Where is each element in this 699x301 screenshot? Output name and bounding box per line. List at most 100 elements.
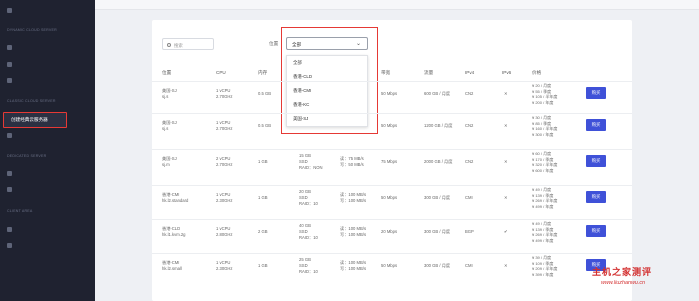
location-option[interactable]: 香港-CMI	[287, 85, 369, 97]
cell-location: 香港-CLD	[162, 226, 181, 231]
sidebar-section-dedicated: DEDICATED SERVER	[7, 154, 47, 158]
buy-button[interactable]: 购买	[586, 119, 606, 131]
package-icon	[7, 77, 12, 83]
wallet-icon	[7, 226, 12, 232]
server-icon	[7, 170, 12, 176]
cell-disk: SSD	[299, 263, 308, 268]
cell-ipv6: ✕	[504, 195, 508, 200]
cell-cpu: 2.30GHz	[216, 198, 233, 203]
sidebar-item-create-dynamic[interactable]	[7, 42, 12, 52]
column-header-ipv4: IPv4	[465, 70, 475, 75]
sidebar-item-my-dedicated[interactable]	[7, 184, 12, 194]
cell-cpu: 2.70GHz	[216, 94, 233, 99]
cell-ipv4: CMI	[465, 263, 473, 268]
sidebar-item-balance[interactable]	[7, 224, 12, 234]
cell-bandwidth: 50 Mbps	[381, 91, 398, 96]
cell-price: ¥ 200 / 年度	[532, 99, 554, 105]
cell-io: 读：100 MB/s	[340, 192, 367, 197]
cell-disk: SSD	[299, 229, 308, 234]
cell-ipv4: CMI	[465, 195, 473, 200]
cell-ipv4: CN2	[465, 123, 474, 128]
buy-button[interactable]: 购买	[586, 191, 606, 203]
dashboard-icon	[7, 7, 12, 13]
cell-disk: 25 GB	[299, 257, 311, 262]
location-option[interactable]: 全部	[287, 57, 369, 69]
cell-cpu: 2.30GHz	[216, 266, 233, 271]
cell-location: 美国-SJ	[162, 120, 177, 125]
row-divider	[152, 253, 632, 254]
cell-location: sj.m	[162, 162, 170, 167]
row-divider	[152, 219, 632, 220]
buy-button[interactable]: 购买	[586, 87, 606, 99]
cell-ipv4: CN2	[465, 159, 474, 164]
column-header-location: 位置	[162, 70, 172, 75]
cell-ipv6: ✕	[504, 263, 508, 268]
sidebar-item-traffic-pack[interactable]	[7, 75, 12, 85]
cell-cpu: 1 vCPU	[216, 88, 231, 93]
cell-cpu: 1 vCPU	[216, 120, 231, 125]
cell-disk: RAID：10	[299, 269, 318, 274]
row-divider	[152, 113, 632, 114]
cell-location: 美国-SJ	[162, 88, 177, 93]
cell-ipv4: BGP	[465, 229, 474, 234]
cell-io: 写：100 MB/s	[340, 198, 367, 203]
column-header-ipv6: IPv6	[502, 70, 512, 75]
sidebar: DYNAMIC CLOUD SERVER CLASSIC CLOUD SERVE…	[0, 0, 95, 301]
column-header-traffic: 流量	[424, 70, 434, 75]
column-header-memory: 内存	[258, 70, 268, 75]
cell-bandwidth: 50 Mbps	[381, 123, 398, 128]
column-header-cpu: CPU	[216, 70, 226, 75]
cell-io: 写：100 MB/s	[340, 232, 367, 237]
cell-ipv6: ✕	[504, 91, 508, 96]
cell-price: ¥ 499 / 年度	[532, 203, 554, 209]
cell-location: hk.l2.small	[162, 266, 182, 271]
row-divider	[152, 149, 632, 150]
cell-traffic: 2000 GB / 月度	[424, 159, 453, 164]
server-icon	[7, 186, 12, 192]
search-input[interactable]: 搜索	[162, 38, 214, 50]
cell-bandwidth: 50 Mbps	[381, 263, 398, 268]
cell-location: hk.l1.kvm.2g	[162, 232, 186, 237]
cell-io: 写：100 MB/s	[340, 266, 367, 271]
cell-cpu: 2.70GHz	[216, 162, 233, 167]
cell-memory: 2 GB	[258, 229, 268, 234]
cell-bandwidth: 50 Mbps	[381, 195, 398, 200]
cell-ipv6: ✔	[504, 229, 508, 234]
sidebar-item-dashboard[interactable]	[7, 5, 12, 15]
sidebar-item-tickets[interactable]	[7, 240, 12, 250]
cell-price: ¥ 499 / 年度	[532, 237, 554, 243]
cell-io: 读：75 MB/s	[340, 156, 364, 161]
cell-disk: SSD	[299, 159, 308, 164]
location-select[interactable]: 全部 ⌄	[286, 37, 368, 50]
location-option[interactable]: 香港-KC	[287, 99, 369, 111]
cell-location: 美国-SJ	[162, 156, 177, 161]
buy-button[interactable]: 购买	[586, 225, 606, 237]
cell-traffic: 300 GB / 月度	[424, 229, 451, 234]
sidebar-item-my-classic[interactable]	[7, 130, 12, 140]
cell-bandwidth: 20 Mbps	[381, 229, 398, 234]
cell-cpu: 2 vCPU	[216, 156, 231, 161]
sidebar-item-create-classic[interactable]: 创建经典云服务器	[3, 112, 67, 128]
cell-disk: 15 GB	[299, 153, 311, 158]
cell-io: 读：100 MB/s	[340, 226, 367, 231]
location-option[interactable]: 美国-SJ	[287, 113, 369, 125]
watermark-url: www.liuzhanwu.cn	[601, 280, 646, 286]
cell-cpu: 1 vCPU	[216, 192, 231, 197]
buy-button[interactable]: 购买	[586, 155, 606, 167]
server-icon	[7, 61, 12, 67]
sidebar-section-client: CLIENT AREA	[7, 209, 33, 213]
cell-bandwidth: 75 Mbps	[381, 159, 398, 164]
cell-location: hk.l2.standard	[162, 198, 189, 203]
cell-memory: 0.5 GB	[258, 91, 272, 96]
cell-memory: 1 GB	[258, 159, 268, 164]
breadcrumb	[95, 0, 699, 10]
column-header-bandwidth: 带宽	[381, 70, 391, 75]
cell-memory: 1 GB	[258, 195, 268, 200]
sidebar-item-create-dedicated[interactable]	[7, 168, 12, 178]
ticket-icon	[7, 242, 12, 248]
cell-price: ¥ 600 / 年度	[532, 167, 554, 173]
cell-cpu: 2.70GHz	[216, 126, 233, 131]
cell-io: 读：100 MB/s	[340, 260, 367, 265]
cell-disk: RAID：10	[299, 201, 318, 206]
sidebar-item-my-dynamic[interactable]	[7, 59, 12, 69]
